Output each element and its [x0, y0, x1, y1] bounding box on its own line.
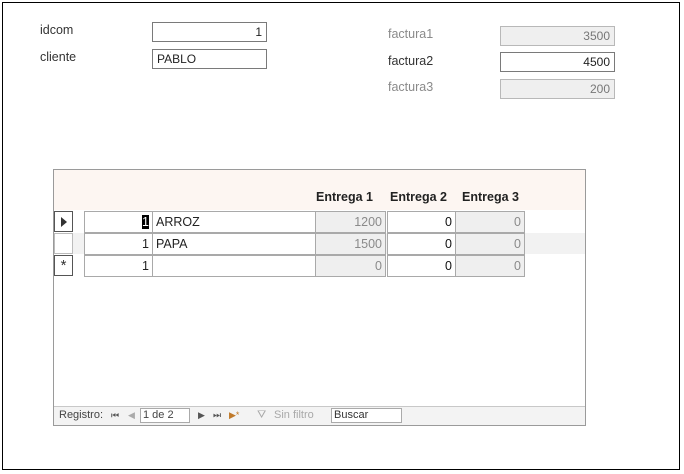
entrega3-cell: 0 [455, 211, 525, 233]
cliente-label: cliente [40, 50, 77, 64]
filter-icon[interactable]: ⛛ [257, 407, 266, 424]
subform-header: Entrega 1 Entrega 2 Entrega 3 [54, 170, 585, 210]
record-selector[interactable] [54, 211, 73, 232]
factura2-label: factura2 [388, 54, 434, 68]
entrega3-cell: 0 [455, 233, 525, 255]
prev-record-button[interactable]: ◀ [128, 407, 135, 424]
record-selector[interactable]: * [54, 255, 73, 276]
record-position-input[interactable]: 1 de 2 [140, 408, 190, 423]
entrega1-cell: 1500 [315, 233, 386, 255]
table-row[interactable]: 1 PAPA 1500 0 0 [54, 233, 585, 255]
entrega1-cell: 0 [315, 255, 386, 277]
factura1-field: 3500 [500, 26, 615, 46]
new-record-row[interactable]: * 1 0 0 0 [54, 255, 585, 277]
entrega2-cell[interactable]: 0 [387, 233, 456, 255]
last-record-button[interactable]: ⏭ [213, 407, 221, 424]
first-record-button[interactable]: ⏮ [111, 407, 119, 424]
entregas-subform: Entrega 1 Entrega 2 Entrega 3 1 ARROZ 12… [53, 169, 586, 426]
col-header-entrega3: Entrega 3 [462, 190, 519, 204]
entrega1-cell: 1200 [315, 211, 386, 233]
factura3-label: factura3 [388, 80, 434, 94]
entrega2-cell[interactable]: 0 [387, 255, 456, 277]
producto-cell[interactable]: ARROZ [152, 211, 316, 233]
entrega3-cell: 0 [455, 255, 525, 277]
sin-filtro-button[interactable]: Sin filtro [274, 407, 314, 424]
col-header-entrega2: Entrega 2 [390, 190, 447, 204]
id-cell[interactable]: 1 [84, 211, 153, 233]
idcom-field[interactable]: 1 [152, 22, 267, 42]
next-record-button[interactable]: ▶ [198, 407, 205, 424]
producto-cell[interactable]: PAPA [152, 233, 316, 255]
search-input[interactable]: Buscar [331, 408, 402, 423]
id-cell[interactable]: 1 [84, 233, 153, 255]
record-navigator: Registro: ⏮ ◀ 1 de 2 ▶ ⏭ ▶* ⛛ Sin filtro… [54, 406, 585, 425]
factura1-label: factura1 [388, 27, 434, 41]
factura3-field: 200 [500, 79, 615, 99]
current-record-icon [61, 217, 67, 227]
col-header-entrega1: Entrega 1 [316, 190, 373, 204]
producto-cell[interactable] [152, 255, 316, 277]
entrega2-cell[interactable]: 0 [387, 211, 456, 233]
idcom-label: idcom [40, 23, 74, 37]
factura2-field[interactable]: 4500 [500, 52, 615, 72]
record-selector[interactable] [54, 233, 73, 254]
form-window: idcom 1 cliente PABLO factura1 3500 fact… [2, 2, 680, 470]
id-cell[interactable]: 1 [84, 255, 153, 277]
cliente-field[interactable]: PABLO [152, 49, 267, 69]
registro-label: Registro: [59, 409, 104, 421]
new-record-button[interactable]: ▶* [229, 407, 239, 424]
table-row[interactable]: 1 ARROZ 1200 0 0 [54, 211, 585, 233]
new-record-icon: * [60, 257, 67, 274]
